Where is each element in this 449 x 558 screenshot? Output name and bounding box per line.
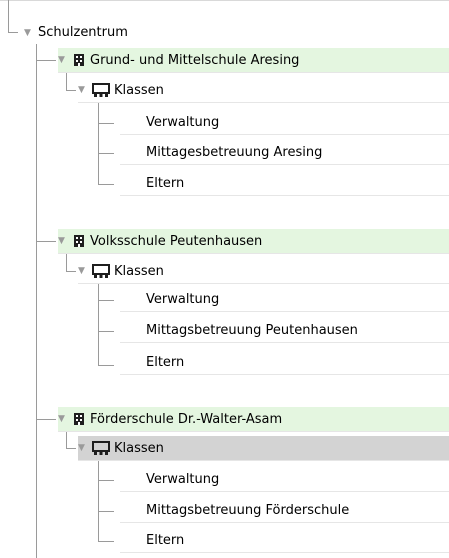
classroom-icon	[92, 83, 110, 97]
tree-node-label: Klassen	[114, 440, 164, 456]
tree-leaf-label: Mittagsbetreuung Peutenhausen	[146, 322, 358, 338]
tree-connector	[98, 184, 114, 185]
tree-connector	[66, 251, 67, 272]
tree-node-school[interactable]: ▼ Förderschule Dr.-Walter-Asam	[58, 407, 449, 432]
tree-connector	[66, 429, 67, 449]
tree-connector	[98, 460, 99, 542]
tree-connector	[98, 300, 114, 301]
tree-leaf-label: Verwaltung	[146, 114, 220, 130]
tree-leaf-label: Verwaltung	[146, 291, 220, 307]
tree-node-label: Grund- und Mittelschule Aresing	[90, 52, 300, 68]
tree-node-label: Klassen	[114, 82, 164, 98]
expand-arrow-icon[interactable]: ▼	[58, 55, 72, 65]
expand-arrow-icon[interactable]: ▼	[78, 443, 92, 453]
top-border	[0, 0, 449, 1]
tree-connector	[98, 480, 114, 481]
tree-connector	[98, 511, 114, 512]
tree-connector	[66, 271, 76, 272]
tree-leaf[interactable]: Eltern	[120, 171, 449, 196]
tree-connector	[36, 241, 56, 242]
tree-connector	[8, 0, 9, 33]
tree-leaf-label: Mittagesbetreuung Aresing	[146, 144, 323, 160]
tree-node-label: Klassen	[114, 263, 164, 279]
tree-connector	[98, 123, 114, 124]
tree-node-classes[interactable]: ▼ Klassen	[78, 78, 449, 103]
tree-node-label: Schulzentrum	[38, 25, 128, 40]
tree-connector	[36, 44, 37, 558]
expand-arrow-icon[interactable]: ▼	[58, 236, 72, 246]
tree-leaf-label: Mittagsbetreuung Förderschule	[146, 502, 350, 518]
tree-leaf[interactable]: Eltern	[120, 350, 449, 375]
tree-connector	[98, 102, 99, 185]
tree-leaf[interactable]: Mittagsbetreuung Förderschule	[120, 498, 449, 523]
expand-arrow-icon[interactable]: ▼	[58, 414, 72, 424]
tree-leaf[interactable]: Eltern	[120, 528, 449, 553]
tree-leaf[interactable]: Mittagsbetreuung Peutenhausen	[120, 318, 449, 343]
tree-connector	[66, 90, 76, 91]
tree-leaf-label: Eltern	[146, 532, 185, 548]
tree-connector	[98, 283, 99, 366]
tree-connector	[36, 419, 56, 420]
tree-leaf[interactable]: Verwaltung	[120, 110, 449, 135]
tree-leaf-label: Eltern	[146, 175, 185, 191]
classroom-icon	[92, 264, 110, 278]
tree-connector	[98, 365, 114, 366]
tree-node-school[interactable]: ▼ Volksschule Peutenhausen	[58, 229, 449, 254]
tree-node-label: Förderschule Dr.-Walter-Asam	[90, 411, 283, 427]
tree-connector	[36, 60, 56, 61]
tree-node-school[interactable]: ▼ Grund- und Mittelschule Aresing	[58, 48, 449, 73]
tree-leaf-label: Verwaltung	[146, 471, 220, 487]
tree-leaf-label: Eltern	[146, 354, 185, 370]
school-building-icon	[74, 413, 84, 425]
tree-node-root[interactable]: ▼ Schulzentrum	[24, 20, 449, 45]
tree-node-classes[interactable]: ▼ Klassen	[78, 259, 449, 284]
tree-node-classes[interactable]: ▼ Klassen	[78, 436, 449, 461]
tree-leaf[interactable]: Mittagesbetreuung Aresing	[120, 140, 449, 165]
school-building-icon	[74, 54, 84, 66]
tree-connector	[98, 153, 114, 154]
school-building-icon	[74, 235, 84, 247]
tree-connector	[98, 331, 114, 332]
tree-connector	[66, 70, 67, 91]
expand-arrow-icon[interactable]: ▼	[78, 266, 92, 276]
expand-arrow-icon[interactable]: ▼	[24, 28, 38, 38]
tree-node-label: Volksschule Peutenhausen	[90, 233, 263, 249]
expand-arrow-icon[interactable]: ▼	[78, 85, 92, 95]
tree-leaf[interactable]: Verwaltung	[120, 287, 449, 312]
classroom-icon	[92, 441, 110, 455]
tree-connector	[98, 541, 114, 542]
tree-leaf[interactable]: Verwaltung	[120, 467, 449, 492]
tree-connector	[8, 32, 18, 33]
tree-connector	[66, 448, 76, 449]
